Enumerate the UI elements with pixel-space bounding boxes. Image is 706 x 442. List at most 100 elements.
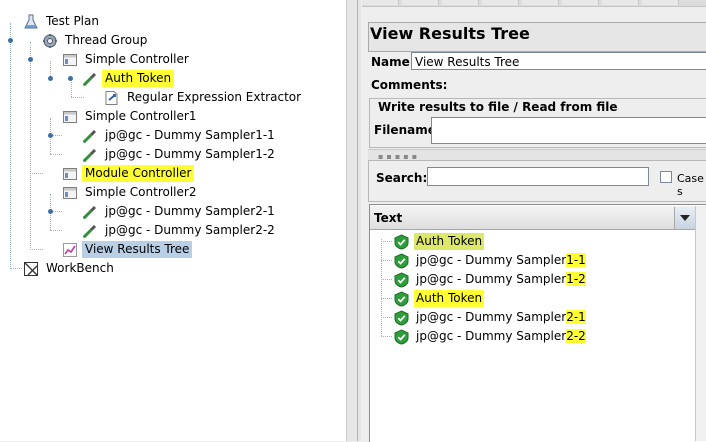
toolbar-strip <box>362 0 706 7</box>
case-sensitive-checkbox[interactable] <box>660 171 672 183</box>
result-label: Auth Token <box>414 290 485 307</box>
result-item[interactable]: jp@gc - Dummy Sampler1-2 <box>394 270 588 289</box>
tree-node-regex-extractor[interactable]: Regular Expression Extractor <box>104 88 304 107</box>
comments-label: Comments: <box>371 78 448 92</box>
expand-toggle[interactable] <box>47 132 54 139</box>
result-label: Auth Token <box>414 233 485 250</box>
tree-guide <box>30 173 43 174</box>
controller-icon <box>63 167 77 180</box>
tree-node-auth-token[interactable]: Auth Token <box>82 69 175 88</box>
pipette-icon <box>82 148 97 162</box>
workbench-icon <box>24 261 38 276</box>
tree-node-simple-controller2[interactable]: Simple Controller2 <box>62 183 199 202</box>
renderer-dropdown-button[interactable] <box>674 207 695 229</box>
results-scrollbar[interactable] <box>695 206 706 441</box>
expand-toggle[interactable] <box>47 75 54 82</box>
tree-node-view-results-tree[interactable]: View Results Tree <box>62 240 193 259</box>
result-text: jp@gc - Dummy Sampler <box>416 329 567 343</box>
success-shield-icon <box>394 271 409 288</box>
results-guide <box>381 279 392 280</box>
tree-node-dummy-sampler2-2[interactable]: jp@gc - Dummy Sampler2-2 <box>82 221 278 240</box>
filename-field[interactable] <box>431 117 706 144</box>
result-label: jp@gc - Dummy Sampler1-1 <box>414 252 588 269</box>
filename-label: Filename <box>374 123 436 137</box>
chart-icon <box>63 242 77 257</box>
expand-toggle[interactable] <box>7 37 14 44</box>
tree-node-label: View Results Tree <box>82 241 193 258</box>
results-guide <box>381 260 392 261</box>
test-plan-tree[interactable]: Test Plan Thread Group Simple Controller… <box>0 0 346 441</box>
toolbar-tab[interactable] <box>602 0 639 5</box>
tree-node-label: Thread Group <box>65 33 148 47</box>
tree-node-label: jp@gc - Dummy Sampler1-1 <box>105 128 275 142</box>
tree-node-simple-controller[interactable]: Simple Controller <box>62 50 192 69</box>
result-item[interactable]: jp@gc - Dummy Sampler2-1 <box>394 308 588 327</box>
case-sensitive-label: Case s <box>677 172 704 198</box>
result-item[interactable]: Auth Token <box>394 289 485 308</box>
results-guide <box>381 298 392 299</box>
tree-guide <box>10 23 11 269</box>
result-item[interactable]: jp@gc - Dummy Sampler1-1 <box>394 251 588 270</box>
result-highlight: 2-2 <box>566 329 586 343</box>
tree-node-dummy-sampler2-1[interactable]: jp@gc - Dummy Sampler2-1 <box>82 202 278 221</box>
result-label: jp@gc - Dummy Sampler2-2 <box>414 328 588 345</box>
tree-node-label: jp@gc - Dummy Sampler2-1 <box>105 204 275 218</box>
controller-icon <box>63 186 77 199</box>
chevron-down-icon <box>680 215 690 221</box>
tree-node-label: Simple Controller <box>85 52 189 66</box>
panel-title: View Results Tree <box>370 24 530 43</box>
success-shield-icon <box>394 309 409 326</box>
search-label: Search: <box>376 171 428 185</box>
tree-node-label: WorkBench <box>46 261 114 275</box>
tree-node-thread-group[interactable]: Thread Group <box>42 31 150 50</box>
tree-guide <box>30 249 43 250</box>
controller-icon <box>63 110 77 123</box>
results-guide <box>381 239 382 336</box>
result-text: jp@gc - Dummy Sampler <box>416 253 567 267</box>
tree-guide <box>10 268 22 269</box>
tree-guide <box>50 154 62 155</box>
split-pane-divider[interactable] <box>346 0 361 441</box>
tree-node-dummy-sampler1-2[interactable]: jp@gc - Dummy Sampler1-2 <box>82 145 278 164</box>
tree-node-simple-controller1[interactable]: Simple Controller1 <box>62 107 199 126</box>
expand-toggle[interactable] <box>47 208 54 215</box>
search-input[interactable] <box>427 167 649 186</box>
result-label: jp@gc - Dummy Sampler1-2 <box>414 271 588 288</box>
toolbar-tab[interactable] <box>442 0 479 5</box>
toolbar-tab[interactable] <box>642 0 679 5</box>
toolbar-tab[interactable] <box>522 0 559 5</box>
toolbar-tab[interactable] <box>402 0 439 5</box>
result-highlight: 1-1 <box>566 253 586 267</box>
toolbar-tab[interactable] <box>362 0 399 5</box>
tree-guide <box>71 80 72 97</box>
success-shield-icon <box>394 328 409 345</box>
result-item[interactable]: jp@gc - Dummy Sampler2-2 <box>394 327 588 346</box>
results-guide <box>381 336 392 337</box>
expand-toggle[interactable] <box>67 75 74 82</box>
tree-node-module-controller[interactable]: Module Controller <box>62 164 195 183</box>
toolbar-tab[interactable] <box>562 0 599 5</box>
tree-node-workbench[interactable]: WorkBench <box>23 259 117 278</box>
toolbar-tab[interactable] <box>482 0 519 5</box>
tree-node-test-plan[interactable]: Test Plan <box>23 12 102 31</box>
tree-node-label: jp@gc - Dummy Sampler2-2 <box>105 223 275 237</box>
tree-node-label: Auth Token <box>102 70 175 87</box>
result-highlight: 2-1 <box>566 310 586 324</box>
expand-toggle[interactable] <box>27 56 34 63</box>
tree-node-dummy-sampler1-1[interactable]: jp@gc - Dummy Sampler1-1 <box>82 126 278 145</box>
tree-guide <box>50 61 51 76</box>
tree-node-label: Simple Controller1 <box>85 109 197 123</box>
tree-guide <box>30 42 31 248</box>
thread-group-icon <box>43 33 57 48</box>
result-highlight: 1-2 <box>566 272 586 286</box>
result-item[interactable]: Auth Token <box>394 232 485 251</box>
pipette-icon <box>82 205 97 219</box>
tree-node-label: Regular Expression Extractor <box>127 90 302 104</box>
results-guide <box>381 241 392 242</box>
tree-node-label: Module Controller <box>82 165 195 182</box>
test-plan-icon <box>24 14 38 28</box>
pipette-icon <box>82 224 97 238</box>
results-header <box>370 206 695 230</box>
name-field[interactable]: View Results Tree <box>411 52 706 70</box>
result-text: jp@gc - Dummy Sampler <box>416 310 567 324</box>
